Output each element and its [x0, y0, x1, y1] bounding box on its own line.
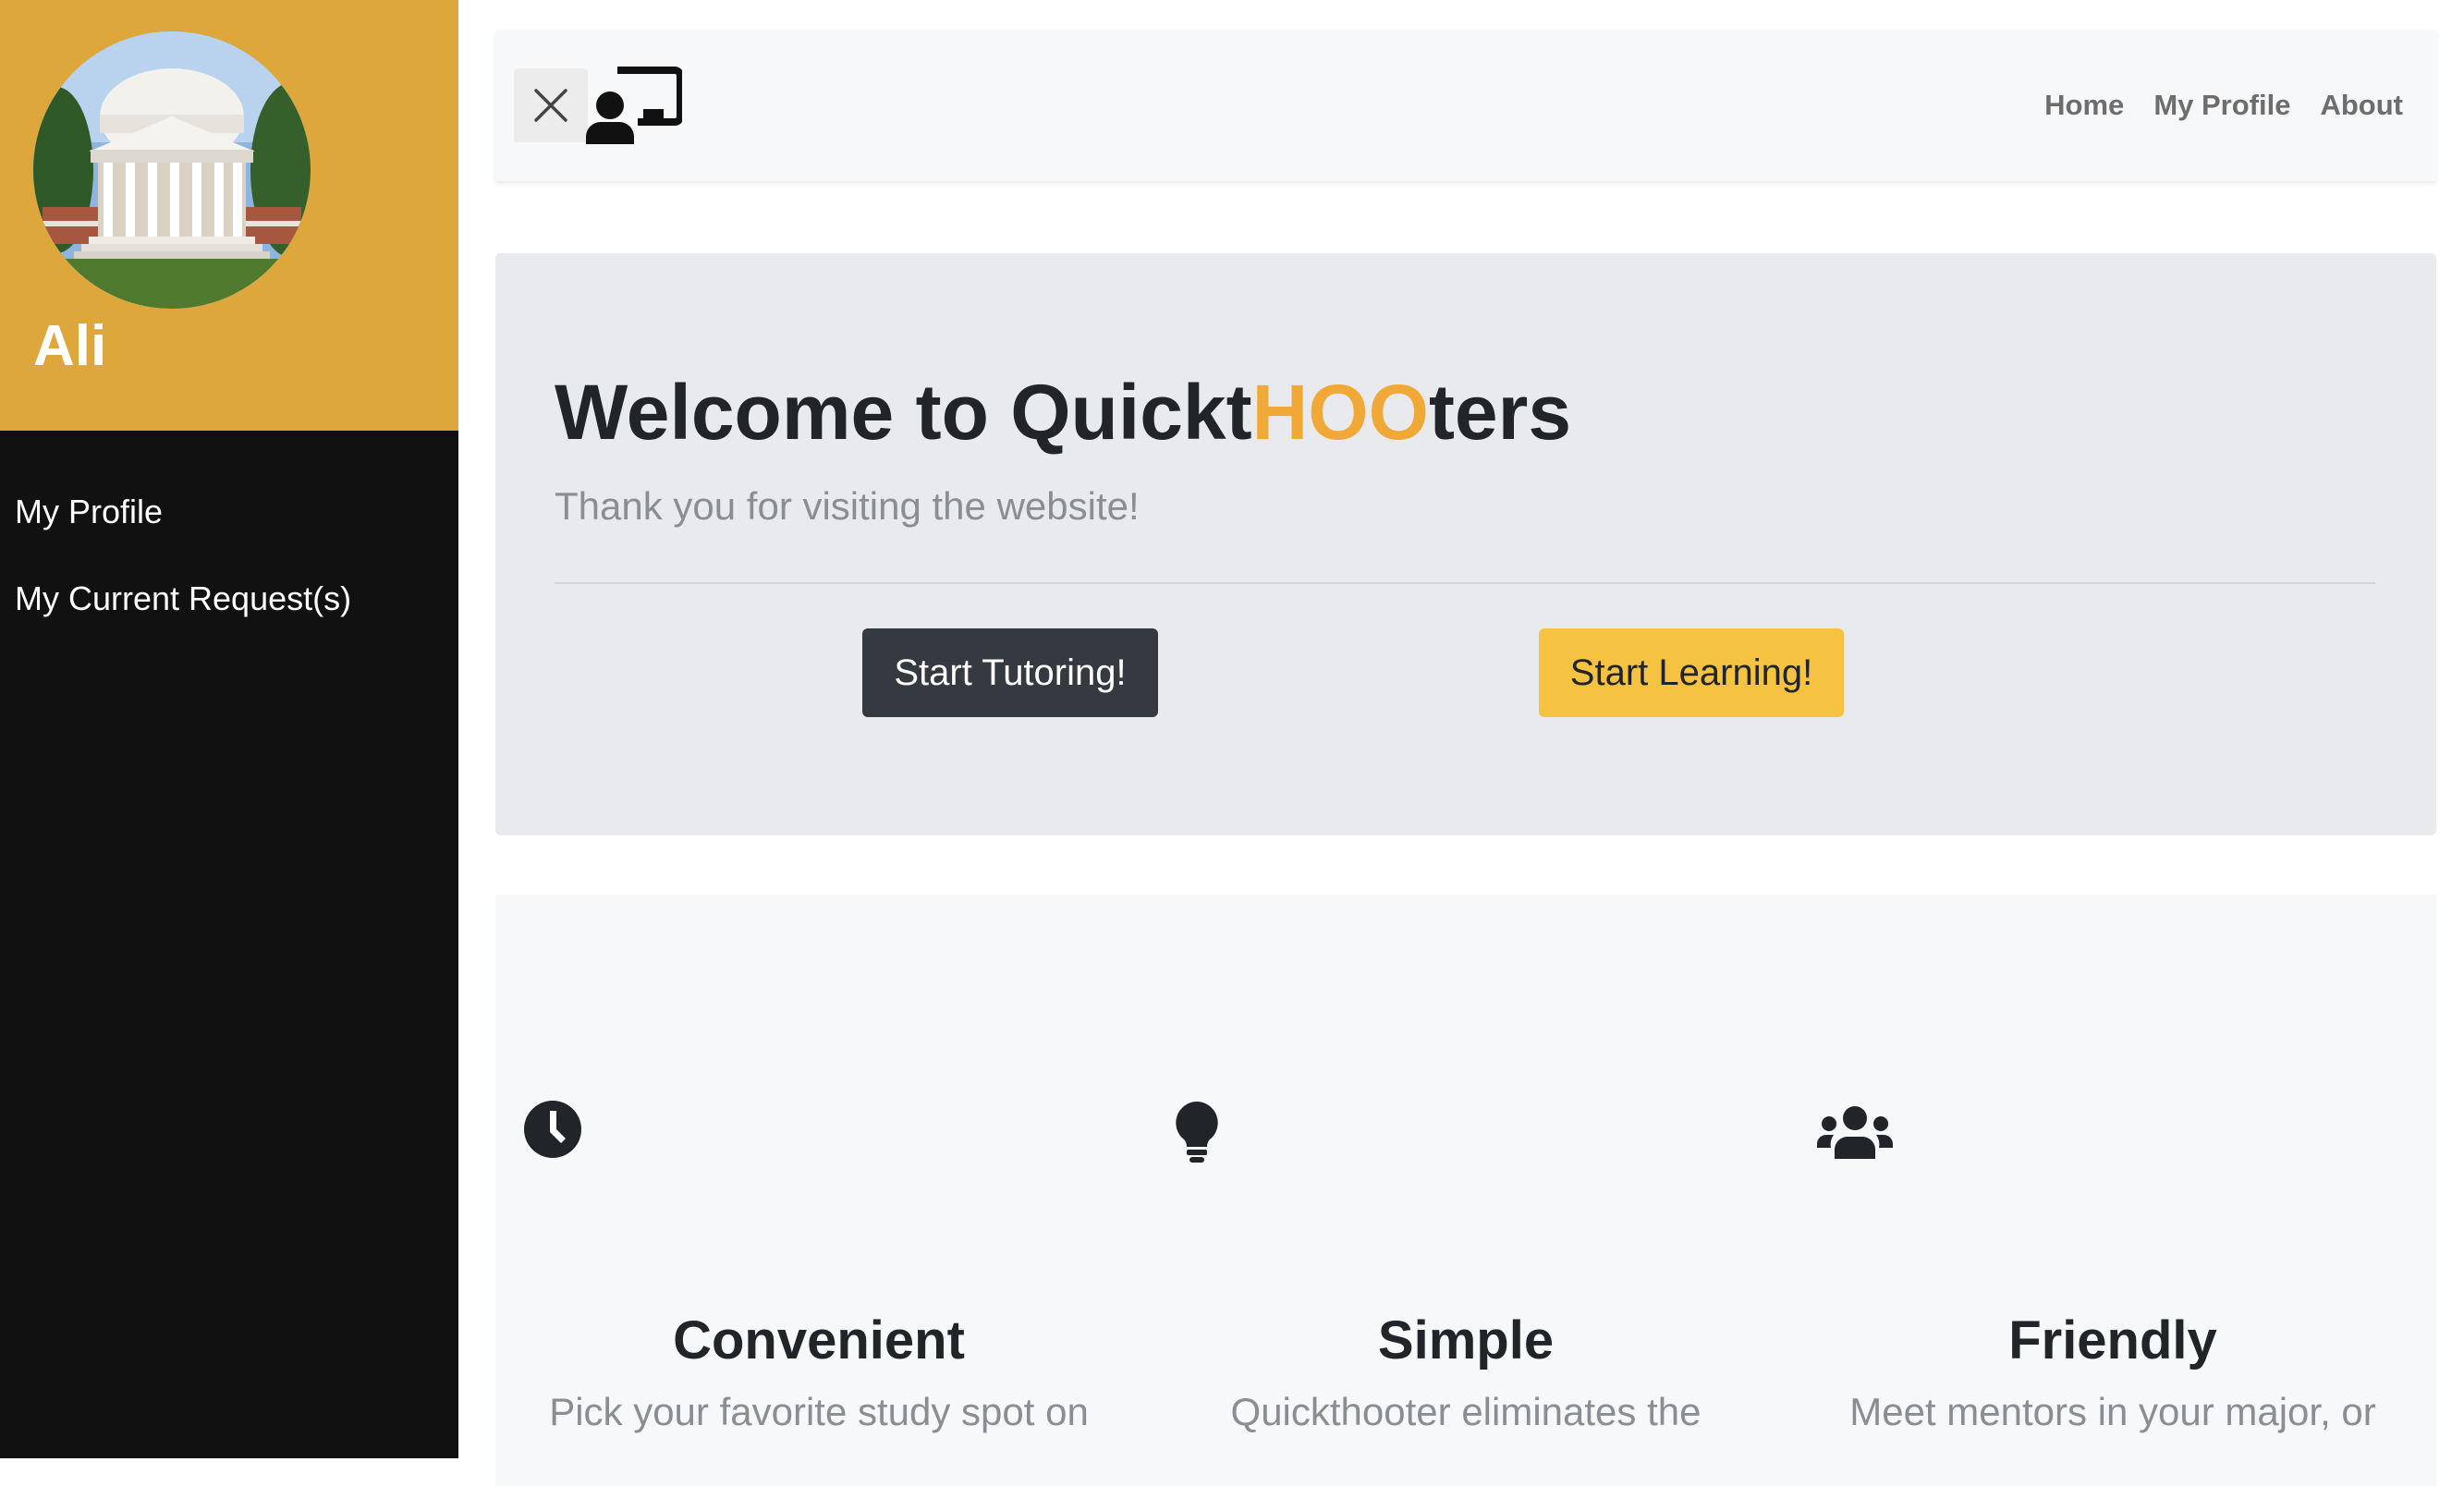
feature-title: Friendly [2008, 1310, 2217, 1370]
top-nav: Home My Profile About [2044, 81, 2403, 129]
feature-title: Convenient [673, 1310, 965, 1370]
start-learning-button[interactable]: Start Learning! [1539, 628, 1844, 717]
features-section: Convenient Pick your favorite study spot… [495, 895, 2436, 1486]
title-accent: HOO [1251, 369, 1429, 456]
nav-link-my-profile[interactable]: My Profile [2153, 81, 2290, 129]
sidebar-header: Ali [0, 0, 458, 431]
close-icon [534, 89, 567, 122]
hero-section: Welcome to QuicktHOOters Thank you for v… [495, 253, 2436, 835]
users-icon [1817, 1106, 1893, 1159]
nav-link-home[interactable]: Home [2044, 81, 2124, 129]
title-prefix: Welcome to Quickt [555, 369, 1252, 456]
feature-text: Pick your favorite study spot on [549, 1390, 1089, 1433]
nav-link-about[interactable]: About [2320, 81, 2403, 129]
feature-simple: Simple Quickthooter eliminates the [1142, 895, 1789, 1486]
start-tutoring-button[interactable]: Start Tutoring! [862, 628, 1158, 717]
feature-convenient: Convenient Pick your favorite study spot… [495, 895, 1142, 1486]
page-title: Welcome to QuicktHOOters [555, 366, 1571, 458]
feature-text: Quickthooter eliminates the [1230, 1390, 1702, 1433]
clock-icon [524, 1101, 581, 1158]
sidebar-nav: My Profile My Current Request(s) [0, 479, 458, 652]
title-suffix: ters [1428, 369, 1572, 456]
top-navbar: Home My Profile About [495, 30, 2436, 181]
divider [555, 582, 2375, 584]
hero-subtitle: Thank you for visiting the website! [555, 484, 1140, 528]
lightbulb-icon [1176, 1102, 1218, 1163]
feature-friendly: Friendly Meet mentors in your major, or [1789, 895, 2436, 1486]
tutor-presentation-icon [586, 67, 684, 144]
sidebar-item-my-profile[interactable]: My Profile [0, 479, 458, 566]
feature-text: Meet mentors in your major, or [1849, 1390, 2376, 1433]
avatar [33, 31, 311, 309]
close-sidebar-button[interactable] [514, 68, 588, 142]
sidebar-item-my-current-requests[interactable]: My Current Request(s) [0, 566, 458, 652]
rotunda-building-photo [33, 31, 311, 309]
feature-title: Simple [1377, 1310, 1555, 1370]
user-name: Ali [33, 314, 107, 378]
sidebar: Ali My Profile My Current Request(s) [0, 0, 458, 1458]
